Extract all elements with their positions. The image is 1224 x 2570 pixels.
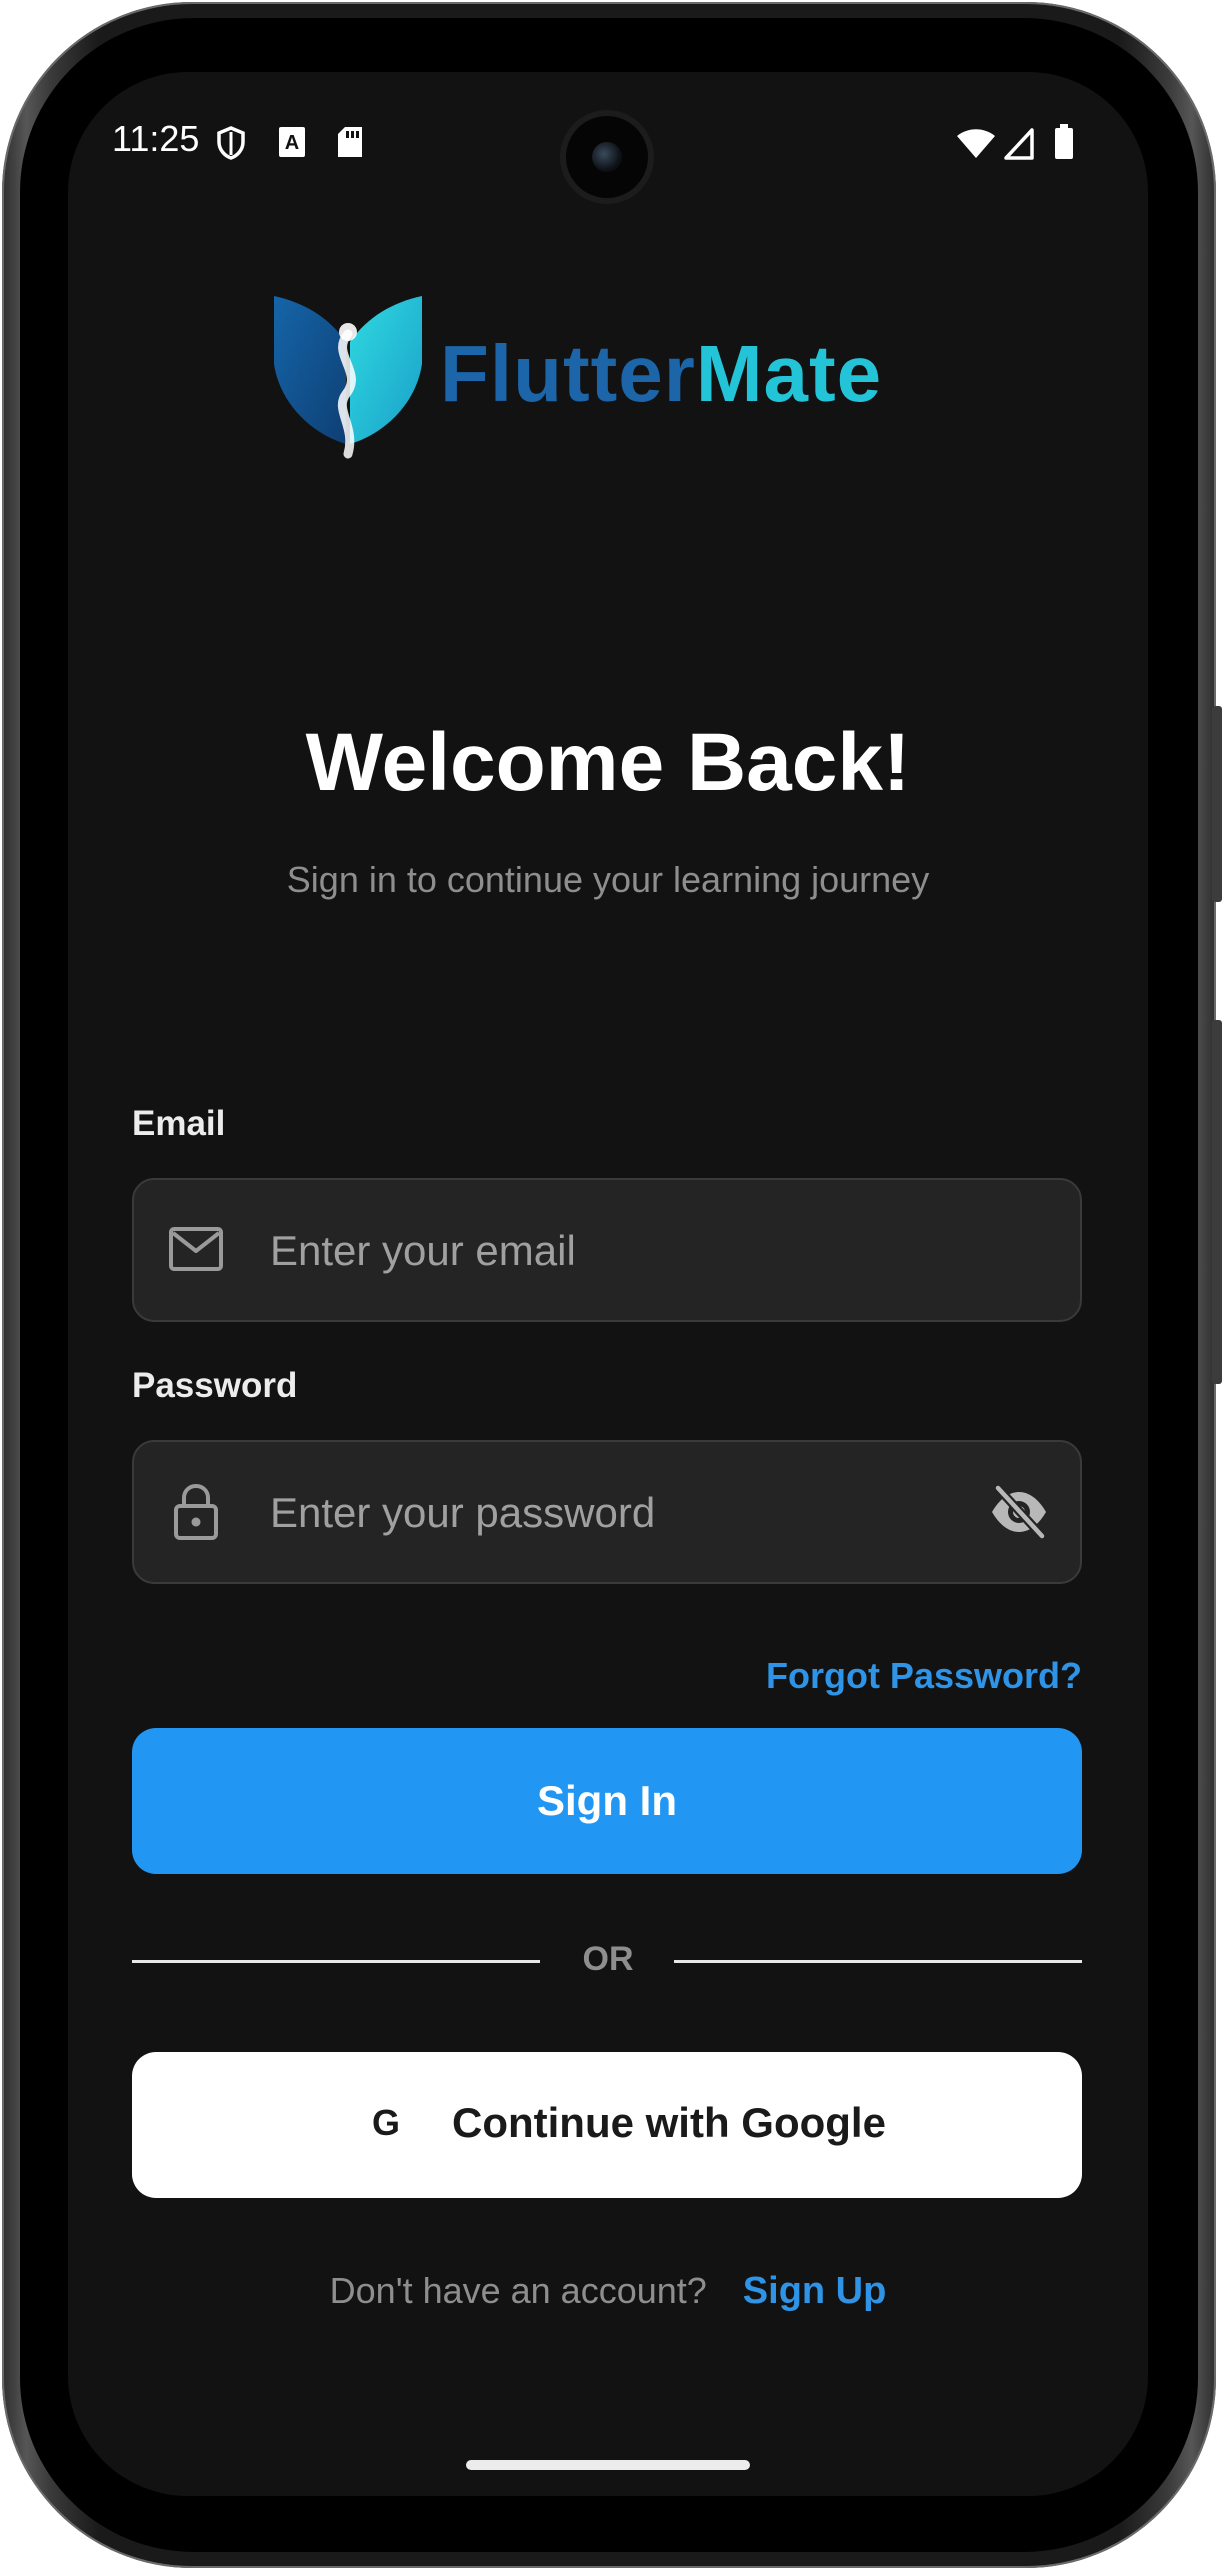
signup-prompt: Don't have an account? Sign Up <box>68 2272 1148 2310</box>
sd-card-icon <box>338 127 362 157</box>
signup-question: Don't have an account? <box>329 2270 707 2311</box>
fluttermate-logo-icon <box>274 296 422 459</box>
email-field[interactable] <box>132 1178 1082 1322</box>
sign-in-button[interactable]: Sign In <box>132 1728 1082 1874</box>
page-title: Welcome Back! <box>305 717 911 808</box>
battery-icon <box>1055 124 1073 159</box>
password-field[interactable] <box>132 1440 1082 1584</box>
email-label: Email <box>132 1104 226 1143</box>
home-indicator[interactable] <box>466 2460 750 2470</box>
mail-icon <box>169 1227 223 1271</box>
font-a-icon: A <box>279 127 305 157</box>
password-label: Password <box>132 1366 298 1405</box>
page-subtitle: Sign in to continue your learning journe… <box>286 859 930 900</box>
brand-name-part1: Flutter <box>440 329 696 418</box>
shield-icon <box>217 126 245 160</box>
forgot-password-link[interactable]: Forgot Password? <box>766 1658 1082 1694</box>
eye-off-icon[interactable] <box>988 1484 1050 1540</box>
svg-text:A: A <box>285 132 299 154</box>
brand-name-part2: Mate <box>695 329 883 418</box>
email-input[interactable] <box>268 1180 952 1322</box>
status-time: 11:25 <box>112 118 200 159</box>
wifi-icon <box>957 129 995 158</box>
volume-button <box>1212 1020 1222 1384</box>
app-screen: 11:25 A FlutterMate Welcome Back! Sign i… <box>68 72 1148 2496</box>
brand-logo-text: FlutterMate <box>440 334 882 414</box>
lock-icon <box>174 1483 218 1540</box>
sign-up-link[interactable]: Sign Up <box>743 2270 887 2312</box>
power-button <box>1212 706 1222 902</box>
signal-icon <box>1004 128 1034 160</box>
front-camera <box>566 116 648 198</box>
divider-line-right <box>674 1960 1082 1963</box>
divider-or-label: OR <box>582 1940 634 1978</box>
password-input[interactable] <box>268 1442 952 1584</box>
google-button-label: Continue with Google <box>452 2099 886 2146</box>
google-sign-in-button[interactable]: G Continue with Google <box>132 2052 1082 2198</box>
google-icon: G <box>372 2102 401 2143</box>
